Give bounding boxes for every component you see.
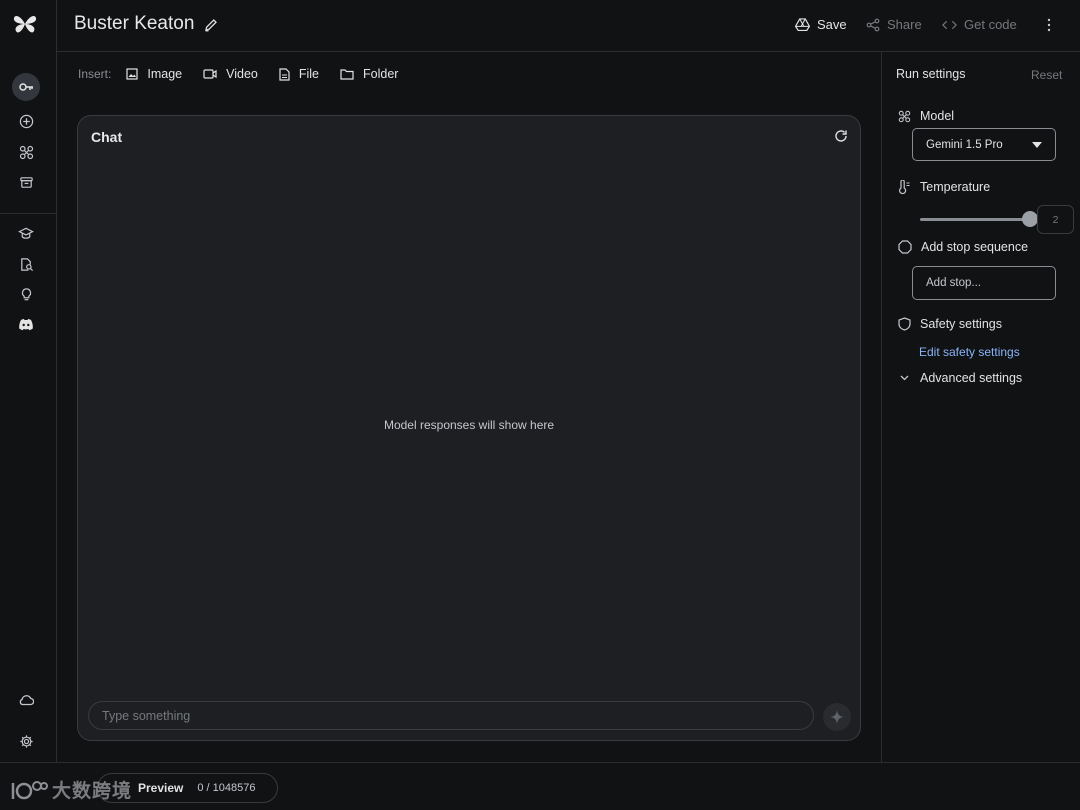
- run-settings-title: Run settings: [896, 67, 966, 81]
- get-code-label: Get code: [964, 17, 1017, 32]
- stop-octagon-icon: [898, 240, 912, 254]
- more-vert-icon[interactable]: [1042, 16, 1056, 34]
- token-count: 0 / 1048576: [197, 782, 256, 794]
- insert-folder-label: Folder: [363, 67, 399, 81]
- watermark-logo-icon: [11, 780, 48, 799]
- model-tune-icon[interactable]: [12, 138, 40, 166]
- model-label: Model: [920, 109, 955, 123]
- video-icon: [203, 69, 217, 79]
- reset-button[interactable]: Reset: [1031, 68, 1062, 82]
- lightbulb-icon[interactable]: [12, 280, 40, 308]
- temperature-input[interactable]: 2: [1037, 205, 1074, 234]
- key-icon[interactable]: [12, 73, 40, 101]
- settings-icon[interactable]: [12, 727, 40, 755]
- edit-title-icon[interactable]: [204, 18, 218, 32]
- archive-icon[interactable]: [12, 168, 40, 196]
- advanced-settings-label: Advanced settings: [920, 371, 1023, 385]
- sparkle-icon: [830, 710, 844, 724]
- model-select[interactable]: Gemini 1.5 Pro: [912, 128, 1056, 161]
- edit-safety-settings-link[interactable]: Edit safety settings: [919, 345, 1020, 359]
- app-logo-icon[interactable]: [13, 12, 37, 36]
- image-icon: [126, 68, 138, 80]
- insert-video-label: Video: [226, 67, 258, 81]
- save-button[interactable]: Save: [795, 17, 847, 32]
- stop-sequence-row: Add stop sequence: [898, 240, 1028, 254]
- chat-panel: Chat Model responses will show here: [77, 115, 861, 741]
- stop-sequence-label: Add stop sequence: [921, 240, 1029, 254]
- rail-divider: [0, 213, 56, 214]
- folder-icon: [340, 69, 354, 80]
- prompt-title[interactable]: Buster Keaton: [74, 13, 194, 35]
- run-settings-panel: Run settings Reset Model Gemini 1.5 Pro …: [881, 52, 1080, 762]
- cloud-icon[interactable]: [12, 685, 40, 713]
- temperature-slider[interactable]: [920, 211, 1038, 227]
- drive-icon: [795, 18, 810, 31]
- insert-image-button[interactable]: Image: [126, 67, 182, 81]
- refresh-icon[interactable]: [834, 129, 848, 143]
- chevron-down-icon: [900, 375, 909, 381]
- bottom-bar: Preview 0 / 1048576 大数跨境: [0, 762, 1080, 810]
- watermark-text: 大数跨境: [52, 781, 133, 802]
- safety-label: Safety settings: [920, 317, 1002, 331]
- file-icon: [279, 67, 290, 81]
- add-circle-icon[interactable]: [12, 107, 40, 135]
- model-row: Model: [898, 109, 954, 123]
- chat-input[interactable]: [88, 701, 814, 730]
- insert-video-button[interactable]: Video: [203, 67, 258, 81]
- insert-bar: Insert: Image Video File Folder: [78, 66, 419, 82]
- safety-row: Safety settings: [898, 317, 1002, 331]
- insert-folder-button[interactable]: Folder: [340, 67, 398, 81]
- chat-title: Chat: [91, 129, 123, 145]
- insert-image-label: Image: [147, 67, 183, 81]
- left-rail: [0, 0, 57, 762]
- share-icon: [866, 18, 880, 31]
- share-button[interactable]: Share: [866, 17, 922, 32]
- empty-state-message: Model responses will show here: [383, 418, 555, 432]
- stop-sequence-input[interactable]: [912, 266, 1056, 300]
- slider-thumb[interactable]: [1022, 211, 1038, 227]
- discord-icon[interactable]: [12, 311, 40, 339]
- insert-file-label: File: [298, 67, 320, 81]
- top-header: Buster Keaton Save Share Get code: [57, 0, 1080, 52]
- advanced-settings-toggle[interactable]: Advanced settings: [898, 371, 1022, 385]
- temperature-label: Temperature: [920, 180, 991, 194]
- model-icon: [898, 110, 911, 122]
- dropdown-arrow-icon: [1032, 141, 1042, 148]
- get-code-button[interactable]: Get code: [942, 17, 1017, 32]
- search-doc-icon[interactable]: [12, 250, 40, 278]
- share-label: Share: [887, 17, 922, 32]
- shield-icon: [898, 317, 911, 331]
- thermometer-icon: [899, 180, 910, 194]
- watermark: 大数跨境: [10, 776, 132, 803]
- temperature-row: Temperature: [898, 180, 990, 194]
- code-icon: [942, 20, 957, 29]
- insert-file-button[interactable]: File: [279, 67, 319, 81]
- slider-track: [920, 218, 1030, 221]
- insert-label: Insert:: [78, 67, 112, 81]
- run-button[interactable]: [823, 703, 851, 731]
- save-label: Save: [817, 17, 847, 32]
- model-select-value: Gemini 1.5 Pro: [926, 138, 1003, 151]
- preview-label: Preview: [138, 781, 184, 795]
- school-icon[interactable]: [12, 219, 40, 247]
